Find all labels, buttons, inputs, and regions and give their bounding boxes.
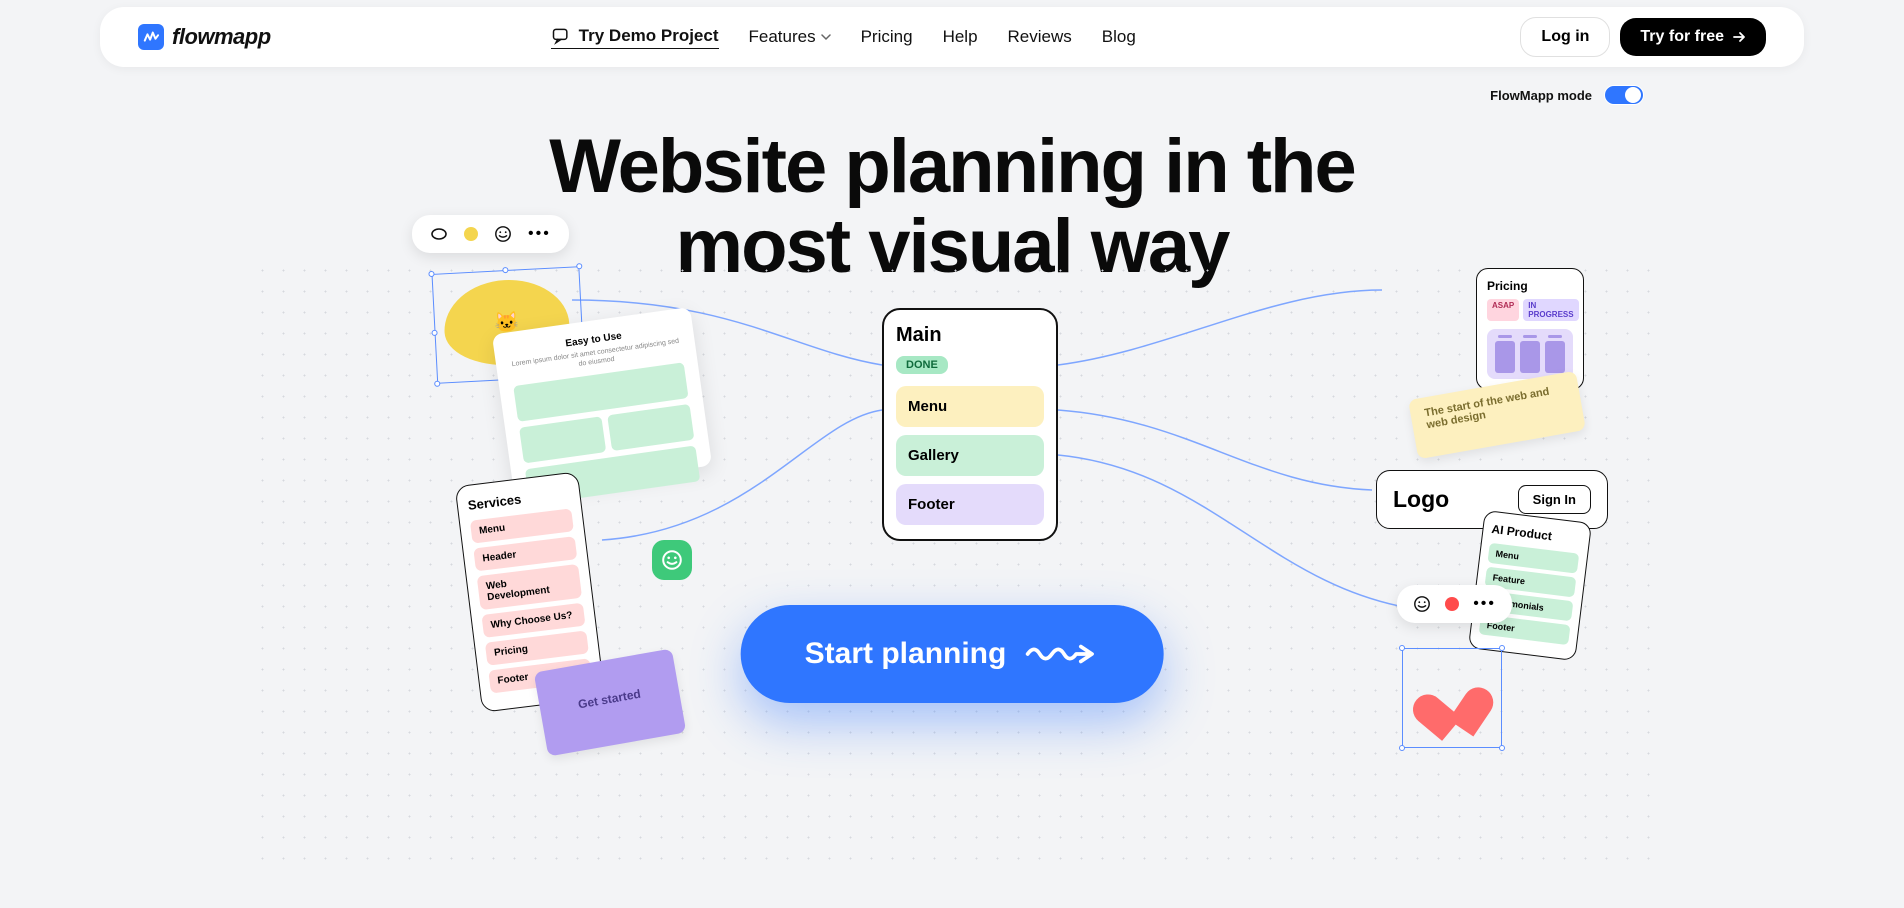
nav-right: Log in Try for free (1520, 17, 1766, 57)
annotation-toolbar[interactable]: ••• (1397, 585, 1512, 623)
pricing-link[interactable]: Pricing (861, 27, 913, 47)
main-card-title: Main (896, 324, 1044, 347)
nav-center: Try Demo Project Features Pricing Help R… (551, 26, 1136, 49)
more-icon[interactable]: ••• (1473, 595, 1496, 613)
mode-toggle[interactable] (1604, 85, 1644, 105)
mode-label: FlowMapp mode (1490, 88, 1592, 103)
shape-toolbar[interactable]: ••• (412, 215, 569, 253)
login-button[interactable]: Log in (1520, 17, 1610, 57)
brand-name: flowmapp (172, 24, 271, 50)
pricing-preview (1487, 329, 1573, 379)
features-link[interactable]: Features (749, 27, 831, 47)
color-swatch[interactable] (1445, 597, 1459, 611)
start-planning-button[interactable]: Start planning (741, 605, 1164, 703)
try-free-button[interactable]: Try for free (1620, 18, 1766, 56)
arrow-right-icon (1732, 30, 1746, 44)
squiggle-arrow-icon (1024, 640, 1099, 668)
smiley-icon[interactable] (494, 225, 512, 243)
asap-badge: ASAP (1487, 299, 1519, 321)
color-swatch[interactable] (464, 227, 478, 241)
section-block[interactable]: Footer (896, 484, 1044, 525)
heart-selection[interactable] (1402, 648, 1502, 748)
list-item[interactable]: Web Development (477, 564, 582, 610)
toggle-knob (1625, 87, 1641, 103)
sticky-note-yellow[interactable]: The start of the web and web design (1408, 371, 1586, 460)
emoji-chip[interactable] (652, 540, 692, 580)
blog-link[interactable]: Blog (1102, 27, 1136, 47)
mode-row: FlowMapp mode (0, 67, 1904, 105)
help-link[interactable]: Help (943, 27, 978, 47)
main-node-card[interactable]: Main DONE Menu Gallery Footer (882, 308, 1058, 541)
signin-button[interactable]: Sign In (1518, 485, 1591, 514)
status-badge: DONE (896, 356, 948, 374)
smiley-icon[interactable] (1413, 595, 1431, 613)
brand-logo[interactable]: flowmapp (138, 24, 271, 50)
main-header: flowmapp Try Demo Project Features Prici… (100, 7, 1804, 67)
heart-icon (1421, 669, 1482, 726)
section-block[interactable]: Gallery (896, 435, 1044, 476)
reviews-link[interactable]: Reviews (1008, 27, 1072, 47)
more-icon[interactable]: ••• (528, 225, 551, 243)
progress-badge: IN PROGRESS (1523, 299, 1578, 321)
message-icon (551, 26, 571, 46)
hero-canvas: ••• 🐱 Easy to Use Lorem ipsum dolor sit … (252, 260, 1652, 860)
wireframe-preview[interactable]: Easy to Use Lorem ipsum dolor sit amet c… (492, 307, 712, 493)
ellipse-tool-icon[interactable] (430, 225, 448, 243)
chevron-down-icon (821, 32, 831, 42)
try-demo-link[interactable]: Try Demo Project (551, 26, 719, 49)
logo-icon (138, 24, 164, 50)
section-block[interactable]: Menu (896, 386, 1044, 427)
